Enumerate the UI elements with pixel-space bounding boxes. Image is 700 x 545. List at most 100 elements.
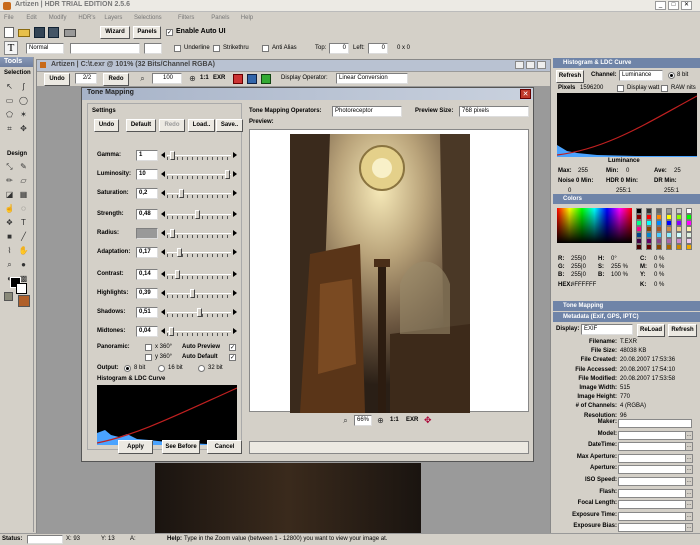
arrow-icon[interactable]: ↖	[4, 81, 15, 92]
zoom-in-icon[interactable]: ⊕	[187, 73, 198, 84]
pattern-swatch[interactable]	[4, 292, 13, 301]
color-swatch[interactable]	[656, 244, 662, 250]
slider-left-arrow-icon[interactable]	[161, 309, 165, 315]
menu-file[interactable]: File	[4, 15, 14, 21]
line-icon[interactable]: ╱	[18, 231, 29, 242]
slider-right-arrow-icon[interactable]	[233, 152, 237, 158]
anti-alias-checkbox[interactable]	[262, 45, 269, 52]
gradient-icon[interactable]: ▦	[18, 189, 29, 200]
ellipse-select-icon[interactable]: ◯	[18, 95, 29, 106]
auto-default-checkbox[interactable]: ✓	[229, 354, 236, 361]
dialog-undo-button[interactable]: Undo	[94, 119, 119, 132]
rect-select-icon[interactable]: ▭	[4, 95, 15, 106]
dialog-default-button[interactable]: Default	[126, 119, 156, 132]
clone-icon[interactable]: ❖	[4, 217, 15, 228]
texture-swatch[interactable]	[18, 295, 30, 307]
slider-left-arrow-icon[interactable]	[161, 271, 165, 277]
preview-zoom-in-icon[interactable]: ⊕	[375, 415, 386, 426]
slider-1[interactable]	[161, 169, 237, 180]
blend-mode-select[interactable]: Normal	[26, 43, 64, 54]
metadata-field-input[interactable]	[618, 419, 692, 428]
slider-right-arrow-icon[interactable]	[233, 190, 237, 196]
metadata-field-input[interactable]	[618, 523, 692, 533]
slider-value-input-6[interactable]: 0,14	[136, 269, 158, 280]
slider-right-arrow-icon[interactable]	[233, 290, 237, 296]
x360-checkbox[interactable]	[145, 344, 152, 351]
transform-icon[interactable]: ⤡	[4, 161, 15, 172]
fill-icon[interactable]: ◪	[4, 189, 15, 200]
blur-icon[interactable]: ◌	[18, 203, 29, 214]
preview-zoom-icon[interactable]: ⌕	[340, 415, 351, 426]
preview-fit-icon[interactable]: 1:1	[390, 417, 399, 423]
slider-right-arrow-icon[interactable]	[233, 211, 237, 217]
strikethru-checkbox[interactable]	[213, 45, 220, 52]
see-before-button[interactable]: See Before	[162, 440, 200, 454]
dialog-load-button[interactable]: Load..	[188, 119, 215, 132]
close-button[interactable]: ✕	[681, 1, 692, 10]
print-icon[interactable]	[64, 29, 76, 37]
hdr-tools-icon[interactable]	[233, 74, 243, 84]
output-16bit-radio[interactable]	[158, 365, 165, 372]
smudge-icon[interactable]: ☝	[4, 203, 15, 214]
slider-left-arrow-icon[interactable]	[161, 190, 165, 196]
metadata-field-browse-button[interactable]: …	[685, 453, 693, 463]
minimize-button[interactable]: _	[655, 1, 666, 10]
document-close-button[interactable]	[537, 61, 546, 69]
slider-value-input-5[interactable]: 0,17	[136, 247, 158, 258]
metadata-field-input[interactable]	[618, 511, 692, 521]
move-icon[interactable]: ✥	[18, 123, 29, 134]
metadata-field-input[interactable]	[618, 488, 692, 498]
slider-left-arrow-icon[interactable]	[161, 171, 165, 177]
metadata-field-input[interactable]	[618, 500, 692, 510]
slider-thumb[interactable]	[169, 229, 175, 238]
menu-selections[interactable]: Selections	[134, 15, 162, 21]
maximize-button[interactable]: □	[668, 1, 679, 10]
pencil-icon[interactable]: ✏	[4, 175, 15, 186]
top-input[interactable]: 0	[329, 43, 349, 54]
wizard-button[interactable]: Wizard	[100, 26, 130, 39]
slider-7[interactable]	[161, 288, 237, 299]
slider-0[interactable]	[161, 150, 237, 161]
font-select[interactable]	[70, 43, 140, 54]
slider-thumb[interactable]	[196, 308, 202, 317]
eraser-icon[interactable]: ▱	[18, 175, 29, 186]
slider-right-arrow-icon[interactable]	[233, 271, 237, 277]
metadata-field-browse-button[interactable]: …	[685, 523, 693, 533]
levels-icon[interactable]	[247, 74, 257, 84]
save-icon[interactable]	[34, 27, 45, 38]
slider-right-arrow-icon[interactable]	[233, 249, 237, 255]
metadata-field-browse-button[interactable]: …	[685, 465, 693, 475]
slider-left-arrow-icon[interactable]	[161, 230, 165, 236]
hand-icon[interactable]: ✋	[18, 245, 29, 256]
slider-value-input-2[interactable]: 0,2	[136, 188, 158, 199]
enable-auto-ui-checkbox[interactable]: ✓	[166, 29, 173, 36]
document-undo-button[interactable]: Undo	[44, 73, 70, 86]
zoom-tool-icon[interactable]: ⌕	[4, 259, 15, 270]
menu-help[interactable]: Help	[241, 15, 253, 21]
menu-modify[interactable]: Modify	[49, 15, 67, 21]
metadata-field-input[interactable]	[618, 477, 692, 486]
preview-pick-icon[interactable]: ✥	[424, 415, 432, 426]
auto-preview-checkbox[interactable]: ✓	[229, 344, 236, 351]
metadata-field-browse-button[interactable]: …	[685, 500, 693, 510]
slider-right-arrow-icon[interactable]	[233, 328, 237, 334]
document-minimize-button[interactable]	[515, 61, 524, 69]
slider-9[interactable]	[161, 326, 237, 337]
underline-checkbox[interactable]	[174, 45, 181, 52]
font-size-input[interactable]	[144, 43, 162, 54]
output-8bit-radio[interactable]	[124, 365, 131, 372]
color-swatch-grid[interactable]	[636, 208, 698, 250]
metadata-field-browse-button[interactable]: …	[685, 442, 693, 452]
dodge-icon[interactable]: ●	[18, 259, 29, 270]
bit-radio[interactable]	[668, 72, 675, 79]
slider-value-input-3[interactable]: 0,48	[136, 209, 158, 220]
color-swatch[interactable]	[686, 244, 692, 250]
preview-size-select[interactable]: 768 pixels	[459, 106, 529, 117]
menu-layers[interactable]: Layers	[104, 15, 122, 21]
brush-icon[interactable]: ✎	[18, 161, 29, 172]
slider-thumb[interactable]	[189, 289, 195, 298]
dialog-save-button[interactable]: Save..	[216, 119, 243, 132]
color-swatch[interactable]	[676, 244, 682, 250]
output-32bit-radio[interactable]	[198, 365, 205, 372]
slider-thumb[interactable]	[169, 327, 175, 336]
